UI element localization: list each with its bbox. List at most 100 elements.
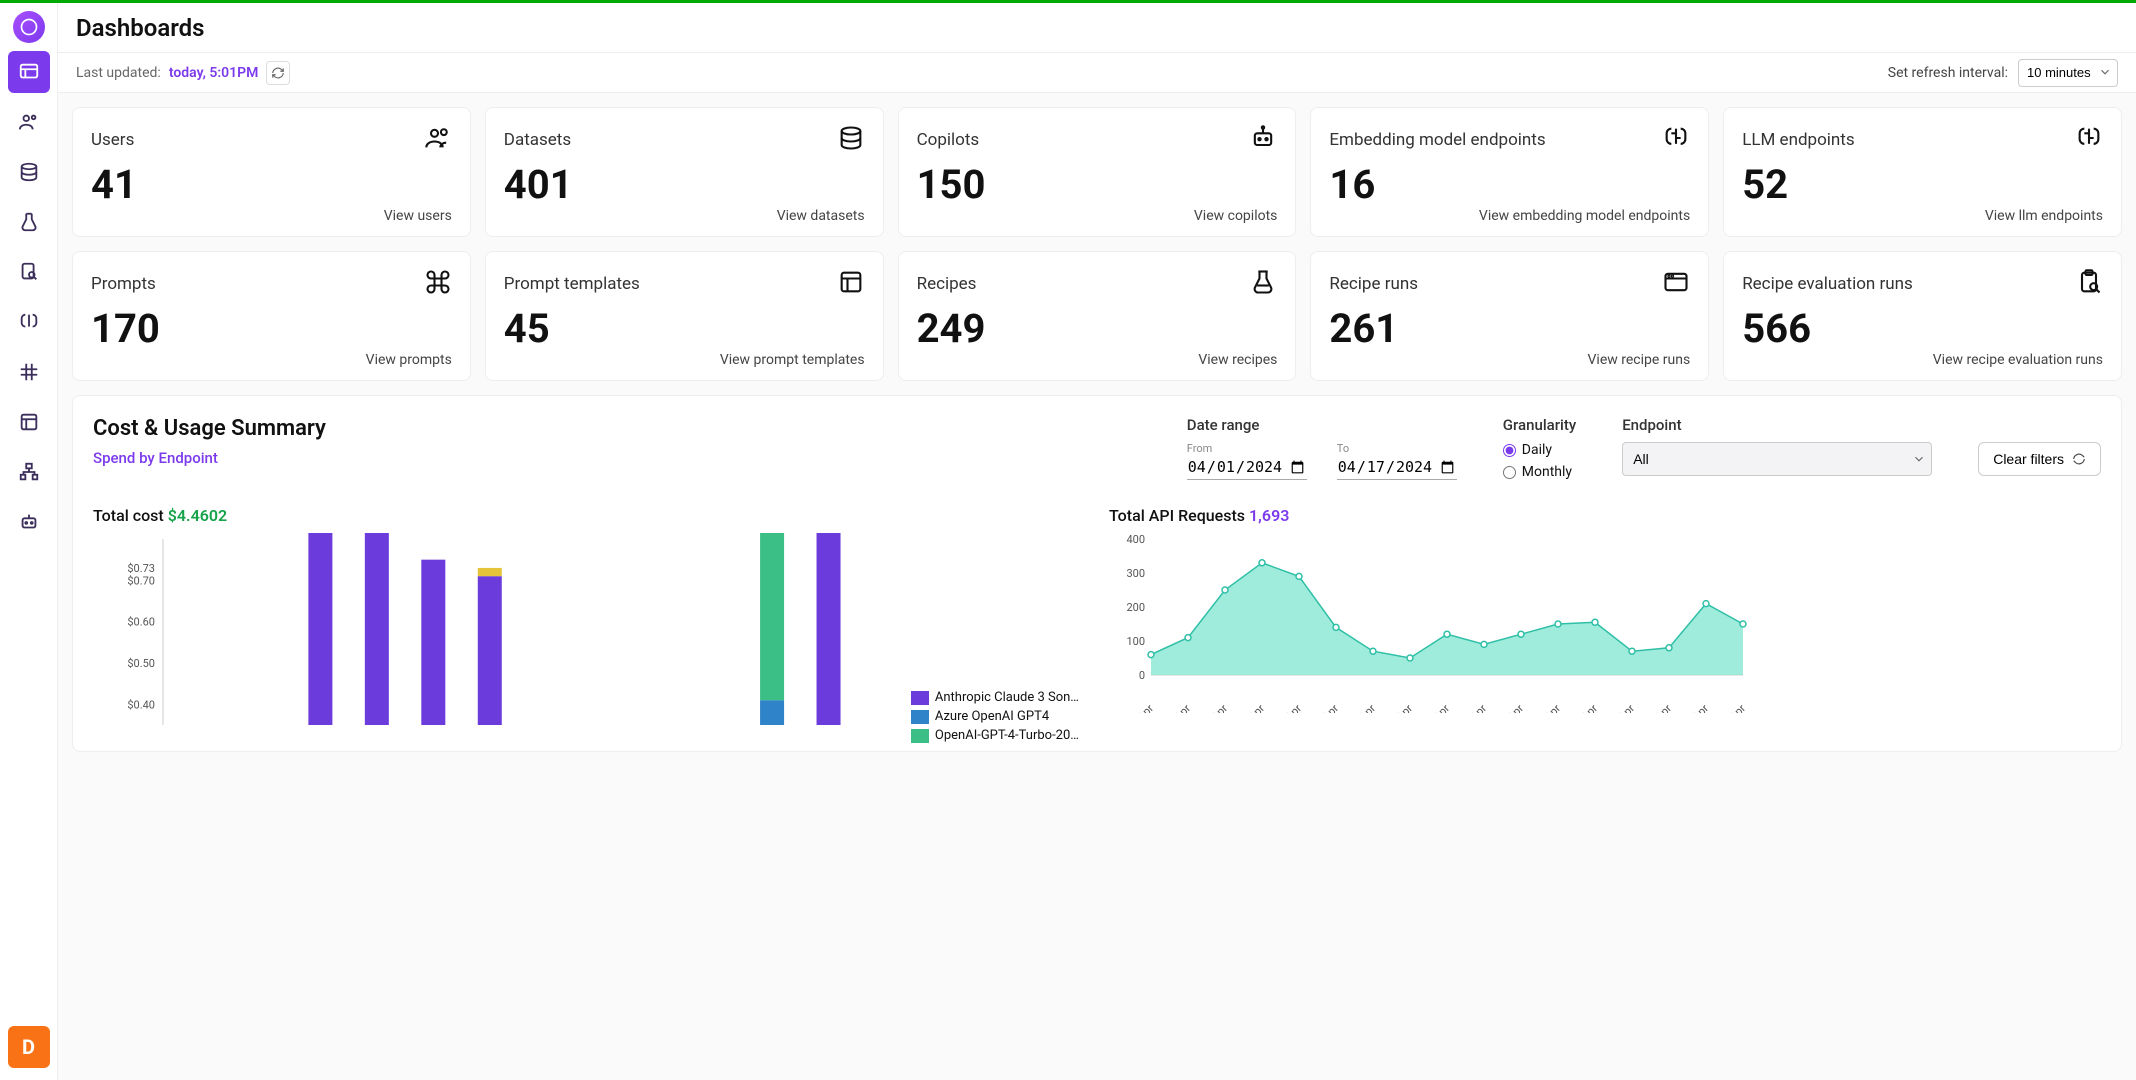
gran-monthly-label: Monthly xyxy=(1522,464,1572,480)
users-icon xyxy=(424,124,452,156)
date-to-input[interactable] xyxy=(1337,455,1457,480)
gran-daily-label: Daily xyxy=(1522,442,1552,458)
nav-org[interactable] xyxy=(8,451,50,493)
clipboard-icon xyxy=(2075,268,2103,300)
svg-text:05 Apr: 05 Apr xyxy=(1272,702,1304,713)
card-link[interactable]: View recipe evaluation runs xyxy=(1742,352,2103,368)
page-title: Dashboards xyxy=(58,3,2136,53)
gran-daily-radio[interactable] xyxy=(1503,444,1516,457)
card-link[interactable]: View prompts xyxy=(91,352,452,368)
card-link[interactable]: View prompt templates xyxy=(504,352,865,368)
api-chart: Total API Requests 1,693 010020030040001… xyxy=(1109,506,2101,747)
api-title-label: Total API Requests xyxy=(1109,506,1245,525)
date-range-label: Date range xyxy=(1187,416,1457,434)
user-avatar[interactable]: D xyxy=(8,1026,50,1068)
card-value: 52 xyxy=(1742,161,2103,208)
svg-text:$0.60: $0.60 xyxy=(127,616,155,629)
bot-icon xyxy=(1249,124,1277,156)
flask-icon xyxy=(1249,268,1277,300)
clear-filters-label: Clear filters xyxy=(1993,451,2064,467)
svg-text:100: 100 xyxy=(1126,635,1145,648)
legend-item: Anthropic Claude 3 Son… xyxy=(935,690,1079,705)
svg-text:12 Apr: 12 Apr xyxy=(1531,702,1563,713)
command-icon xyxy=(424,268,452,300)
clear-filters-button[interactable]: Clear filters xyxy=(1978,442,2101,476)
card-value: 41 xyxy=(91,161,452,208)
brain-icon xyxy=(1662,124,1690,156)
stat-card-prompts: Prompts 170 View prompts xyxy=(72,251,471,381)
nav-datasets[interactable] xyxy=(8,151,50,193)
panel-title: Cost & Usage Summary xyxy=(93,416,326,441)
stat-card-users: Users 41 View users xyxy=(72,107,471,237)
panel-subtitle: Spend by Endpoint xyxy=(93,449,326,467)
card-value: 150 xyxy=(917,161,1278,208)
refresh-interval-label: Set refresh interval: xyxy=(1888,65,2008,81)
stat-card-recipes: Recipes 249 View recipes xyxy=(898,251,1297,381)
api-title-value: 1,693 xyxy=(1249,506,1289,525)
card-link[interactable]: View recipe runs xyxy=(1329,352,1690,368)
svg-text:$0.50: $0.50 xyxy=(127,657,155,670)
brain-icon xyxy=(2075,124,2103,156)
svg-text:$0.40: $0.40 xyxy=(127,698,155,711)
card-value: 16 xyxy=(1329,161,1690,208)
card-link[interactable]: View recipes xyxy=(917,352,1278,368)
refresh-icon xyxy=(2072,452,2086,466)
svg-text:$0.70: $0.70 xyxy=(127,574,155,587)
stat-card-llm-endpoints: LLM endpoints 52 View llm endpoints xyxy=(1723,107,2122,237)
gran-monthly-radio[interactable] xyxy=(1503,466,1516,479)
window-icon xyxy=(1662,268,1690,300)
card-link[interactable]: View embedding model endpoints xyxy=(1329,208,1690,224)
sidebar: D xyxy=(0,3,58,1080)
stat-card-embedding-model-endpoints: Embedding model endpoints 16 View embedd… xyxy=(1310,107,1709,237)
legend-item: OpenAI-GPT-4-Turbo-20… xyxy=(935,728,1079,743)
svg-text:09 Apr: 09 Apr xyxy=(1420,702,1452,713)
card-value: 261 xyxy=(1329,305,1690,352)
cost-legend: Anthropic Claude 3 Son… Azure OpenAI GPT4… xyxy=(911,686,1079,743)
card-value: 170 xyxy=(91,305,452,352)
stat-card-prompt-templates: Prompt templates 45 View prompt template… xyxy=(485,251,884,381)
nav-templates[interactable] xyxy=(8,401,50,443)
from-label: From xyxy=(1187,442,1307,455)
svg-text:10 Apr: 10 Apr xyxy=(1457,702,1489,713)
svg-text:300: 300 xyxy=(1126,567,1145,580)
svg-text:13 Apr: 13 Apr xyxy=(1568,702,1600,713)
svg-text:17 Apr: 17 Apr xyxy=(1716,702,1748,713)
card-title: Users xyxy=(91,130,134,150)
granularity-label: Granularity xyxy=(1503,416,1576,434)
refresh-interval-select[interactable]: 10 minutes xyxy=(2018,59,2118,87)
nav-users[interactable] xyxy=(8,101,50,143)
cost-usage-panel: Cost & Usage Summary Spend by Endpoint D… xyxy=(72,395,2122,752)
svg-text:0: 0 xyxy=(1139,669,1145,682)
card-title: Recipe runs xyxy=(1329,274,1418,294)
date-from-input[interactable] xyxy=(1187,455,1307,480)
legend-item: Azure OpenAI GPT4 xyxy=(935,709,1049,724)
cost-chart: Total cost $4.4602 $0.40$0.50$0.60$0.70$… xyxy=(93,506,1085,747)
card-title: Embedding model endpoints xyxy=(1329,130,1545,150)
card-link[interactable]: View llm endpoints xyxy=(1742,208,2103,224)
template-icon xyxy=(837,268,865,300)
nav-search-doc[interactable] xyxy=(8,251,50,293)
svg-text:$0.73: $0.73 xyxy=(127,562,155,575)
svg-text:14 Apr: 14 Apr xyxy=(1605,702,1637,713)
card-link[interactable]: View users xyxy=(91,208,452,224)
svg-text:15 Apr: 15 Apr xyxy=(1642,702,1674,713)
svg-text:08 Apr: 08 Apr xyxy=(1383,702,1415,713)
svg-text:400: 400 xyxy=(1126,533,1145,546)
card-title: Recipe evaluation runs xyxy=(1742,274,1913,294)
endpoint-select[interactable]: All xyxy=(1622,442,1932,476)
card-link[interactable]: View datasets xyxy=(504,208,865,224)
cost-title-value: $4.4602 xyxy=(168,506,227,525)
card-value: 249 xyxy=(917,305,1278,352)
nav-dashboards[interactable] xyxy=(8,51,50,93)
nav-prompts[interactable] xyxy=(8,351,50,393)
nav-recipes[interactable] xyxy=(8,201,50,243)
database-icon xyxy=(837,124,865,156)
to-label: To xyxy=(1337,442,1457,455)
card-title: Prompts xyxy=(91,274,156,294)
refresh-button[interactable] xyxy=(266,61,290,85)
nav-brain[interactable] xyxy=(8,301,50,343)
card-link[interactable]: View copilots xyxy=(917,208,1278,224)
svg-text:01 Apr: 01 Apr xyxy=(1124,702,1156,713)
nav-bot[interactable] xyxy=(8,501,50,543)
last-updated-label: Last updated: xyxy=(76,65,161,81)
